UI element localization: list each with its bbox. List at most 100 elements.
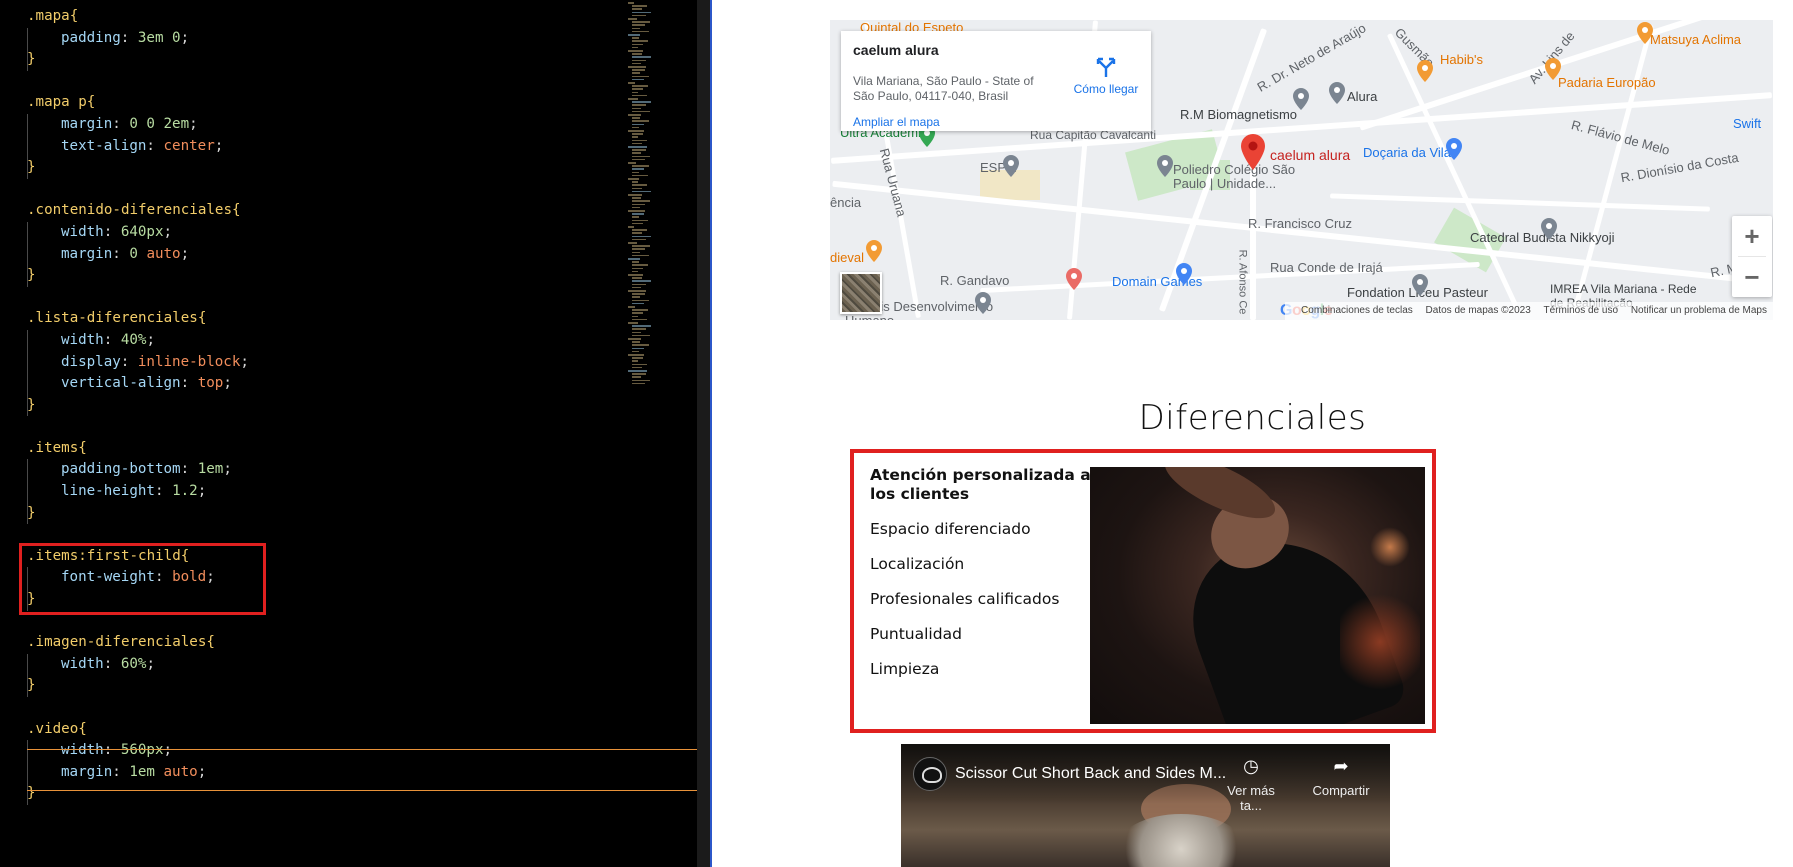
code-line[interactable]: .contenido-diferenciales{ [0, 200, 640, 222]
code-token: ; [214, 137, 224, 154]
poi-pin-icon[interactable] [1540, 218, 1558, 240]
hospital-pin-icon[interactable] [1065, 268, 1083, 290]
code-line[interactable]: margin: 0 0 2em; [0, 113, 640, 136]
map-label[interactable]: dieval [830, 250, 864, 265]
video-embed[interactable]: Scissor Cut Short Back and Sides M... ◷ … [901, 744, 1390, 867]
code-line[interactable]: .mapa{ [0, 6, 640, 28]
code-token: inline-block [137, 353, 241, 370]
code-line[interactable] [0, 416, 640, 438]
code-line[interactable]: .lista-diferenciales{ [0, 308, 640, 330]
code-line[interactable]: .imagen-diferenciales{ [0, 632, 640, 654]
code-token: .lista-diferenciales{ [27, 310, 207, 327]
minimap-line [632, 88, 643, 90]
directions-button[interactable]: Cómo llegar [1066, 56, 1146, 96]
code-line[interactable]: vertical-align: top; [0, 373, 640, 395]
code-line[interactable]: margin: 0 auto; [0, 243, 640, 266]
minimap-line [632, 94, 647, 97]
satellite-toggle[interactable] [840, 272, 882, 314]
map-label[interactable]: Doçaria da Vila [1363, 145, 1451, 160]
larger-map-link[interactable]: Ampliar el mapa [853, 115, 940, 129]
restaurant-pin-icon[interactable] [1416, 60, 1434, 82]
poi-pin-icon[interactable] [1292, 88, 1310, 110]
code-line[interactable]: } [0, 157, 640, 179]
minimap-line [632, 117, 640, 119]
minimap-line [628, 370, 647, 372]
code-line[interactable]: .items{ [0, 438, 640, 460]
minimap-line [632, 366, 642, 369]
google-map[interactable]: Quintal do Espeto R. Dr. Neto de Araújo … [830, 20, 1773, 320]
video-title[interactable]: Scissor Cut Short Back and Sides M... [955, 765, 1226, 783]
directions-label: Cómo llegar [1073, 82, 1139, 96]
map-label[interactable]: Swift [1733, 116, 1761, 131]
location-pin-label[interactable]: caelum alura [1270, 147, 1350, 163]
code-line[interactable]: width: 60%; [0, 653, 640, 676]
code-line[interactable]: } [0, 265, 640, 287]
code-line[interactable]: width: 40%; [0, 329, 640, 352]
zoom-in-button[interactable]: + [1732, 216, 1772, 256]
share-button[interactable]: ➦ Compartir [1306, 756, 1376, 798]
directions-icon [1096, 57, 1116, 77]
poi-pin-icon[interactable] [974, 292, 992, 314]
watch-later-button[interactable]: ◷ Ver más ta... [1216, 756, 1286, 813]
code-token: line-height [61, 483, 155, 500]
minimap-line [632, 309, 648, 311]
highlight-box-first-child-rule [19, 543, 266, 615]
report-problem-link[interactable]: Notificar un problema de Maps [1631, 305, 1767, 316]
code-token: 640px [120, 223, 164, 240]
code-line[interactable] [0, 697, 640, 719]
poi-pin-icon[interactable] [1328, 82, 1346, 104]
code-line[interactable] [0, 287, 640, 309]
code-line[interactable]: } [0, 49, 640, 71]
minimap-line [632, 206, 640, 209]
code-line[interactable] [0, 179, 640, 201]
location-pin-icon[interactable] [1240, 134, 1266, 170]
code-line[interactable]: padding-bottom: 1em; [0, 459, 640, 482]
minimap-line [628, 290, 646, 292]
map-label[interactable]: Padaria Europão [1558, 75, 1656, 90]
code-line[interactable]: padding: 3em 0; [0, 27, 640, 50]
code-token: center [163, 137, 215, 154]
code-line[interactable] [0, 71, 640, 93]
code-token: ; [240, 353, 249, 370]
map-label[interactable]: Matsuya Aclima [1650, 32, 1741, 47]
code-token: text-align [61, 137, 147, 154]
code-line[interactable]: display: inline-block; [0, 351, 640, 374]
shop-pin-icon[interactable] [1445, 138, 1463, 160]
code-editor[interactable]: .mapa{padding: 3em 0;} .mapa p{margin: 0 … [0, 0, 697, 867]
minimap-line [632, 222, 643, 225]
code-line[interactable]: } [0, 675, 640, 697]
pane-divider[interactable] [697, 0, 712, 867]
code-line[interactable]: .mapa p{ [0, 92, 640, 114]
code-line[interactable]: text-align: center; [0, 135, 640, 158]
keyboard-shortcuts-link[interactable]: Combinaciones de teclas [1301, 305, 1413, 316]
channel-avatar-icon[interactable] [913, 757, 947, 791]
code-line[interactable]: line-height: 1.2; [0, 481, 640, 503]
map-label[interactable]: R.M Biomagnetismo [1180, 107, 1297, 122]
poi-pin-icon[interactable] [1156, 155, 1174, 177]
restaurant-pin-icon[interactable] [1544, 58, 1562, 80]
poi-pin-icon[interactable] [1411, 274, 1429, 296]
code-line[interactable]: } [0, 394, 640, 417]
code-line[interactable]: width: 640px; [0, 221, 640, 244]
css-code[interactable]: .mapa{padding: 3em 0;} .mapa p{margin: 0 … [0, 6, 640, 805]
map-label[interactable]: Alura [1347, 89, 1377, 104]
list-item: Localización [870, 555, 965, 573]
minimap-line [632, 24, 645, 26]
minimap-line [628, 114, 641, 116]
minimap-line [632, 347, 644, 350]
restaurant-pin-icon[interactable] [865, 240, 883, 262]
code-line[interactable]: } [0, 502, 640, 525]
minimap-line [628, 178, 639, 180]
terms-link[interactable]: Términos de uso [1544, 305, 1618, 316]
minimap-line [632, 334, 650, 337]
minimap-line [632, 341, 640, 343]
school-pin-icon[interactable] [1002, 155, 1020, 177]
map-label[interactable]: Habib's [1440, 52, 1483, 67]
minimap-line [632, 280, 651, 282]
code-line[interactable]: .video{ [0, 719, 640, 741]
minimap-line [632, 78, 644, 81]
shop-pin-icon[interactable] [1175, 263, 1193, 285]
restaurant-pin-icon[interactable] [1636, 22, 1654, 44]
map-attribution: Combinaciones de teclas Datos de mapas ©… [1285, 302, 1773, 320]
zoom-out-button[interactable]: − [1732, 257, 1772, 297]
